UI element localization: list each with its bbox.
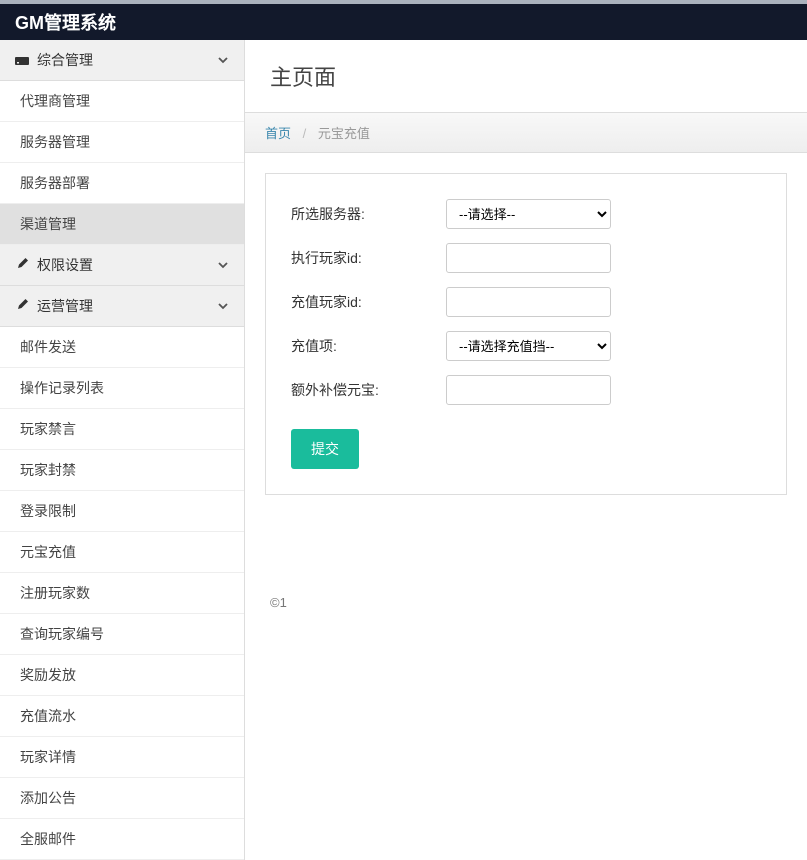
sidebar-item[interactable]: 元宝充值	[0, 532, 244, 573]
sidebar-item[interactable]: 渠道管理	[0, 204, 244, 245]
sidebar-item[interactable]: 全服邮件	[0, 819, 244, 860]
brand-title: GM管理系统	[15, 9, 116, 35]
exec-player-row: 执行玩家id:	[286, 243, 766, 273]
sidebar-item[interactable]: 代理商管理	[0, 81, 244, 122]
sidebar-item[interactable]: 玩家封禁	[0, 450, 244, 491]
sidebar-item[interactable]: 奖励发放	[0, 655, 244, 696]
breadcrumb-home[interactable]: 首页	[265, 126, 291, 141]
sidebar-item[interactable]: 玩家详情	[0, 737, 244, 778]
recharge-item-label: 充值项:	[286, 336, 446, 356]
sidebar-item[interactable]: 注册玩家数	[0, 573, 244, 614]
recharge-player-label: 充值玩家id:	[286, 292, 446, 312]
submenu-2: 邮件发送操作记录列表玩家禁言玩家封禁登录限制元宝充值注册玩家数查询玩家编号奖励发…	[0, 327, 244, 860]
sidebar-item[interactable]: 邮件发送	[0, 327, 244, 368]
extra-row: 额外补偿元宝:	[286, 375, 766, 405]
sidebar-item[interactable]: 操作记录列表	[0, 368, 244, 409]
navbar: GM管理系统	[0, 0, 807, 40]
breadcrumb-current: 元宝充值	[318, 126, 370, 141]
breadcrumb-separator: /	[303, 126, 307, 141]
menu-header-0[interactable]: 综合管理	[0, 40, 244, 81]
chevron-down-icon	[217, 51, 229, 69]
recharge-player-row: 充值玩家id:	[286, 287, 766, 317]
hdd-icon	[15, 53, 29, 68]
main-content: 主页面 首页 / 元宝充值 所选服务器: --请选择-- 执行玩家id: 充值玩…	[245, 40, 807, 860]
sidebar-item[interactable]: 玩家禁言	[0, 409, 244, 450]
chevron-down-icon	[217, 297, 229, 315]
sidebar-item[interactable]: 充值流水	[0, 696, 244, 737]
submenu-0: 代理商管理服务器管理服务器部署渠道管理	[0, 81, 244, 245]
breadcrumb: 首页 / 元宝充值	[245, 112, 807, 153]
menu-header-1[interactable]: 权限设置	[0, 245, 244, 286]
recharge-item-select[interactable]: --请选择充值挡--	[446, 331, 611, 361]
sidebar-item[interactable]: 服务器部署	[0, 163, 244, 204]
chevron-down-icon	[217, 256, 229, 274]
server-select[interactable]: --请选择--	[446, 199, 611, 229]
sidebar-item[interactable]: 添加公告	[0, 778, 244, 819]
extra-label: 额外补偿元宝:	[286, 380, 446, 400]
menu-header-label: 运营管理	[37, 296, 93, 316]
exec-player-label: 执行玩家id:	[286, 248, 446, 268]
server-row: 所选服务器: --请选择--	[286, 199, 766, 229]
server-label: 所选服务器:	[286, 204, 446, 224]
menu-header-label: 权限设置	[37, 255, 93, 275]
recharge-item-row: 充值项: --请选择充值挡--	[286, 331, 766, 361]
sidebar-item[interactable]: 查询玩家编号	[0, 614, 244, 655]
container: 综合管理代理商管理服务器管理服务器部署渠道管理权限设置运营管理邮件发送操作记录列…	[0, 40, 807, 860]
page-title: 主页面	[245, 40, 807, 112]
sidebar: 综合管理代理商管理服务器管理服务器部署渠道管理权限设置运营管理邮件发送操作记录列…	[0, 40, 245, 860]
exec-player-input[interactable]	[446, 243, 611, 273]
sidebar-item[interactable]: 服务器管理	[0, 122, 244, 163]
extra-input[interactable]	[446, 375, 611, 405]
recharge-player-input[interactable]	[446, 287, 611, 317]
sidebar-item[interactable]: 登录限制	[0, 491, 244, 532]
form-panel: 所选服务器: --请选择-- 执行玩家id: 充值玩家id: 充值项: --请选…	[265, 173, 787, 495]
footer-text: ©1	[265, 595, 787, 610]
menu-header-2[interactable]: 运营管理	[0, 286, 244, 327]
wrench-icon	[15, 298, 29, 315]
menu-header-label: 综合管理	[37, 50, 93, 70]
submit-button[interactable]: 提交	[291, 429, 359, 469]
wrench-icon	[15, 257, 29, 274]
